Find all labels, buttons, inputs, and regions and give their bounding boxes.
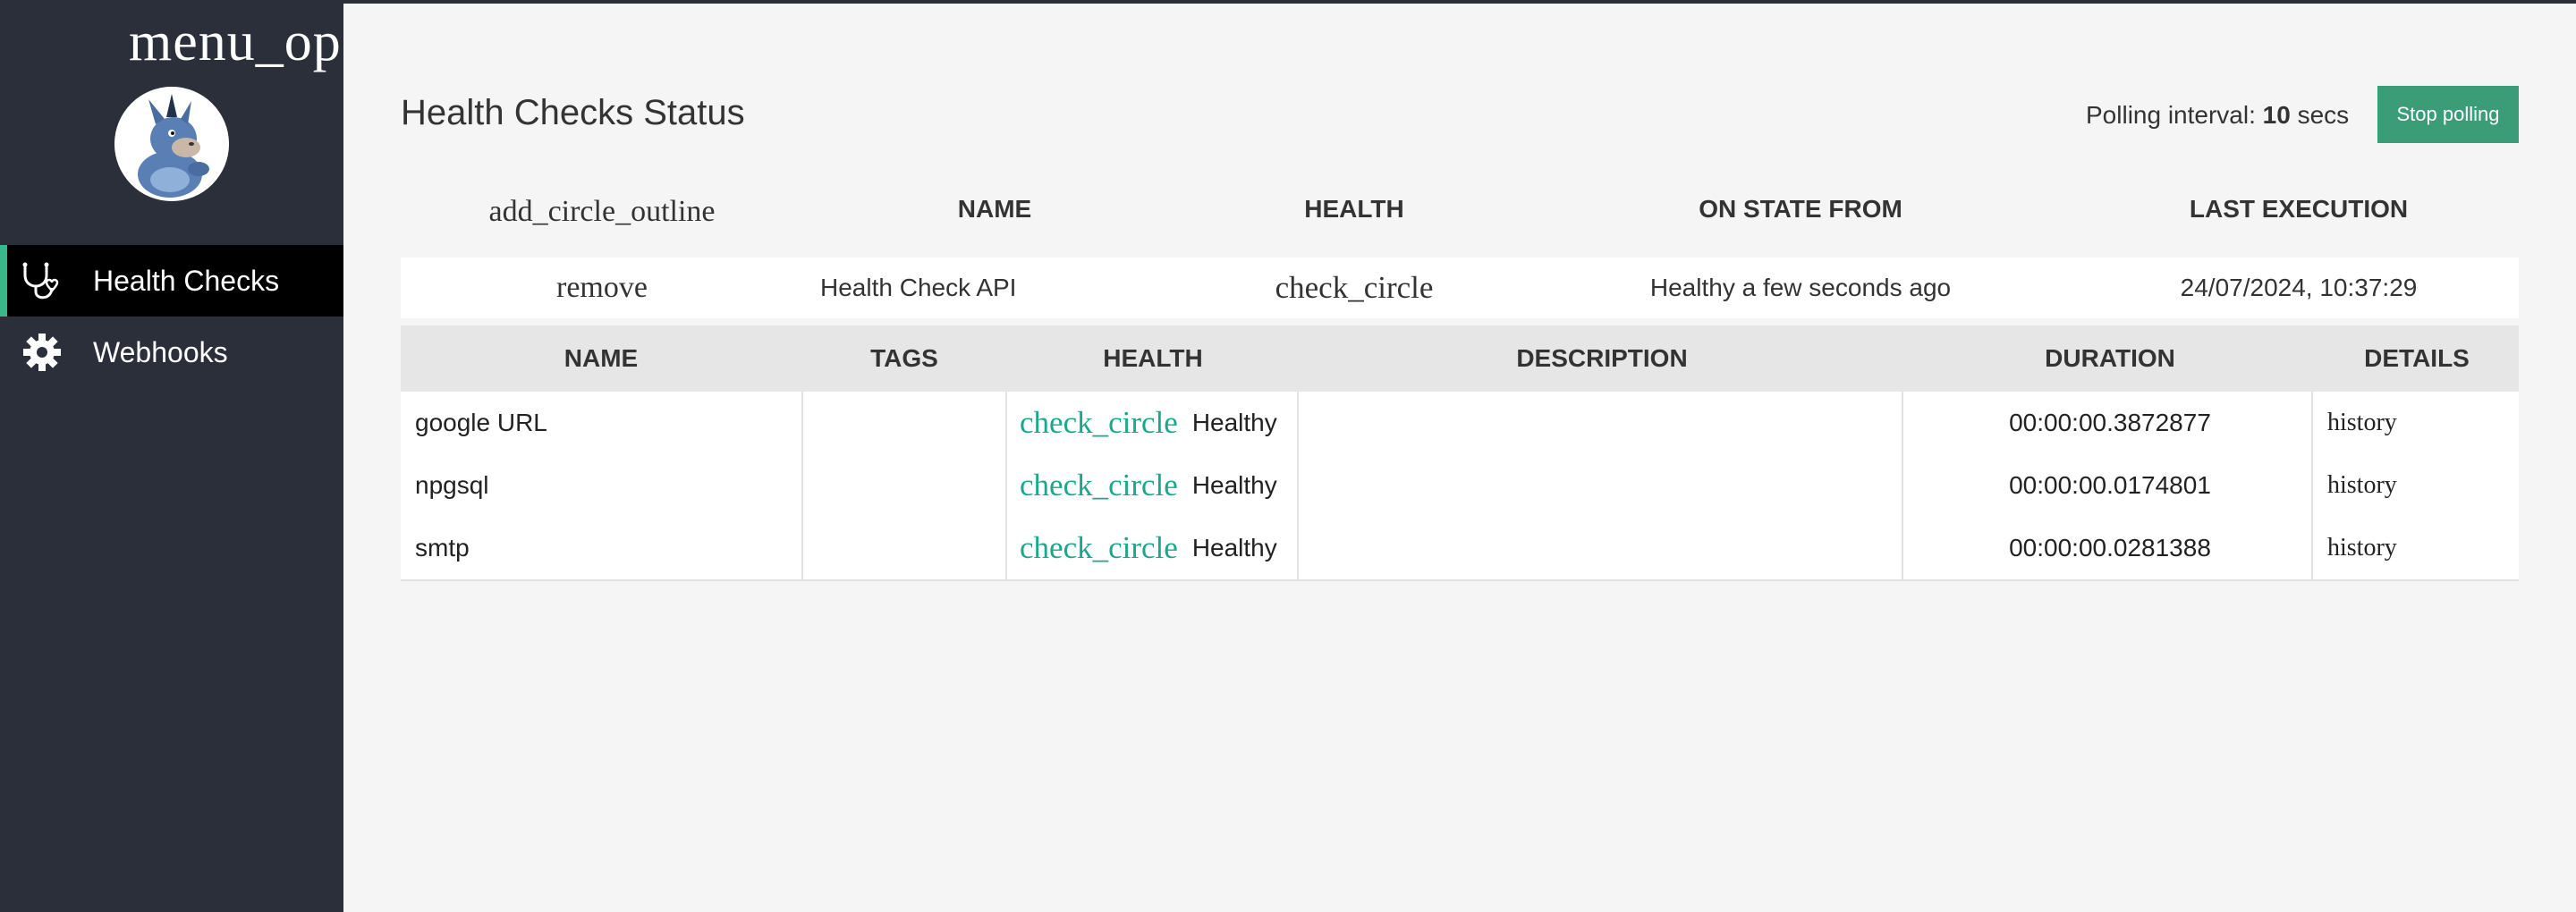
entry-duration: 00:00:00.0174801: [2009, 471, 2211, 499]
detail-header-description: DESCRIPTION: [1516, 344, 1688, 372]
logo-avatar: [114, 87, 229, 201]
last-execution: 24/07/2024, 10:37:29: [2180, 274, 2418, 301]
column-header-health: HEALTH: [1304, 195, 1404, 223]
table-row: smtp check_circle Healthy 00:00:00.02813…: [401, 517, 2519, 581]
table-row: npgsql check_circle Healthy 00:00:00.017…: [401, 454, 2519, 519]
polling-unit: secs: [2297, 101, 2350, 129]
mascot-logo-icon: [114, 87, 229, 201]
detail-header-name: NAME: [564, 344, 639, 372]
on-state-from: Healthy a few seconds ago: [1649, 274, 1952, 301]
entry-tags: [803, 392, 1007, 454]
history-icon[interactable]: history: [2327, 517, 2397, 579]
entry-description: [1299, 517, 1905, 579]
table-row: google URL check_circle Healthy 00:00:00…: [401, 392, 2519, 456]
polling-value: 10: [2262, 101, 2291, 129]
stop-polling-button[interactable]: Stop polling: [2377, 86, 2519, 143]
top-border: [343, 0, 2576, 4]
check-circle-icon: check_circle: [1020, 468, 1178, 502]
page-title: Health Checks Status: [401, 93, 745, 132]
divider: [1005, 517, 1007, 579]
detail-header-tags: TAGS: [870, 344, 938, 372]
divider: [2311, 392, 2313, 454]
detail-header-details: DETAILS: [2364, 344, 2470, 372]
entry-duration: 00:00:00.3872877: [2009, 409, 2211, 436]
table-row[interactable]: remove Health Check API check_circle Hea…: [401, 258, 2519, 318]
divider: [2311, 454, 2313, 517]
health-status: Healthy: [1191, 471, 1277, 499]
entry-tags: [803, 454, 1007, 517]
detail-header-duration: DURATION: [2045, 344, 2175, 372]
check-circle-icon: check_circle: [1020, 405, 1178, 440]
entry-tags: [803, 517, 1007, 579]
entry-name: smtp: [415, 534, 470, 562]
polling-interval: Polling interval: 10 secs: [2086, 101, 2349, 130]
divider: [1902, 454, 1903, 517]
health-status: Healthy: [1191, 534, 1277, 562]
stethoscope-icon: [20, 261, 64, 300]
divider: [1005, 454, 1007, 517]
gear-icon: [20, 333, 64, 372]
check-name: Health Check API: [820, 274, 1017, 301]
entry-description: [1299, 454, 1905, 517]
check-circle-icon: check_circle: [1020, 530, 1178, 565]
divider: [2311, 517, 2313, 579]
health-status: Healthy: [1191, 409, 1277, 436]
history-icon[interactable]: history: [2327, 392, 2397, 454]
menu-toggle-icon[interactable]: menu_op: [129, 11, 342, 74]
entry-description: [1299, 392, 1905, 454]
sidebar: menu_op Health Checks Webhooks: [0, 0, 343, 912]
column-header-last-execution: LAST EXECUTION: [2189, 195, 2409, 223]
check-circle-icon: check_circle: [1275, 270, 1434, 305]
entry-name: npgsql: [415, 471, 489, 499]
detail-table-header: NAME TAGS HEALTH DESCRIPTION DURATION DE…: [401, 325, 2519, 392]
detail-header-health: HEALTH: [1103, 344, 1203, 372]
collapse-icon[interactable]: remove: [401, 258, 803, 318]
column-header-name: NAME: [957, 195, 1032, 223]
divider: [1005, 392, 1007, 454]
history-icon[interactable]: history: [2327, 454, 2397, 517]
sidebar-item-label: Health Checks: [93, 264, 280, 297]
sidebar-item-health-checks[interactable]: Health Checks: [0, 245, 343, 317]
polling-label: Polling interval:: [2086, 101, 2256, 129]
entry-duration: 00:00:00.0281388: [2009, 534, 2211, 562]
sidebar-item-webhooks[interactable]: Webhooks: [0, 317, 343, 388]
expand-all-icon[interactable]: add_circle_outline: [401, 195, 803, 234]
entry-name: google URL: [415, 409, 547, 436]
divider: [1902, 392, 1903, 454]
active-indicator: [0, 245, 7, 317]
divider: [1902, 517, 1903, 579]
sidebar-item-label: Webhooks: [93, 335, 228, 368]
column-header-on-state-from: ON STATE FROM: [1699, 195, 1902, 223]
